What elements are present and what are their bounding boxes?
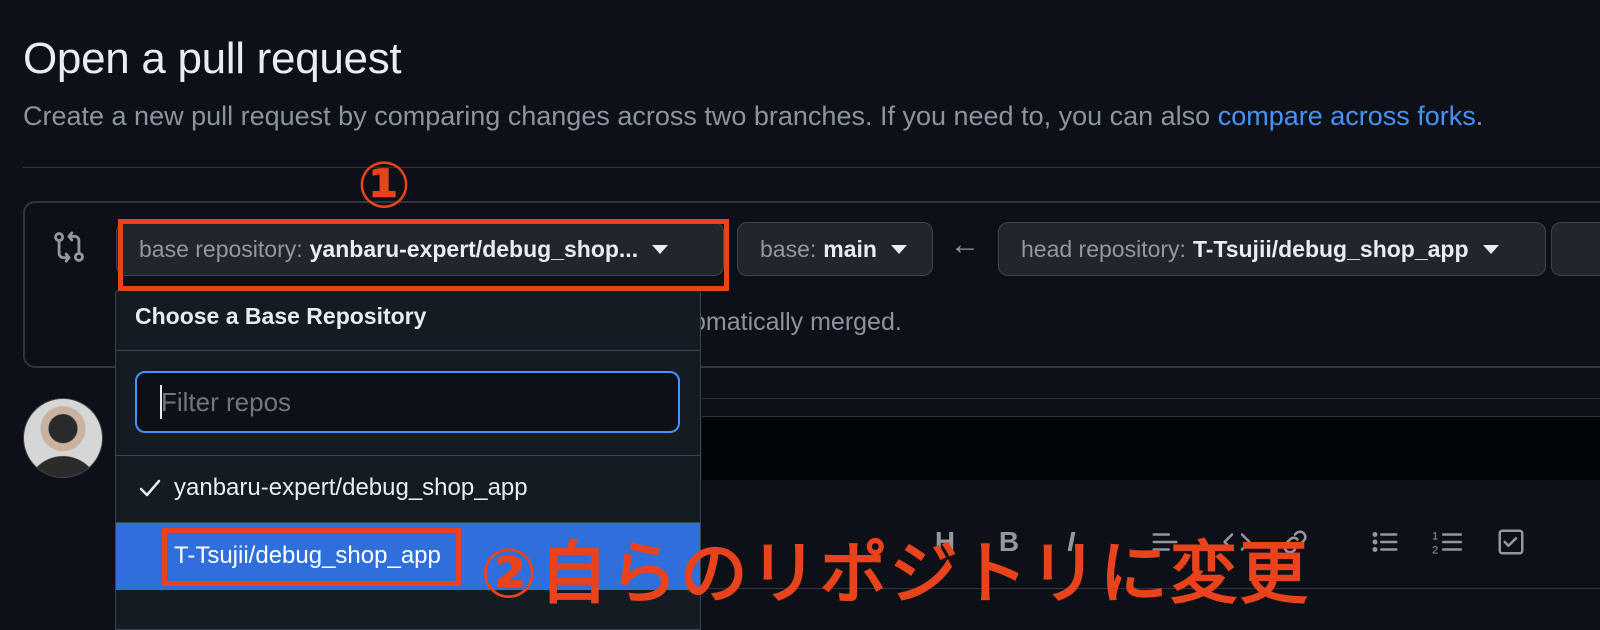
title-input-area[interactable] (702, 416, 1600, 480)
filter-repos-input[interactable] (135, 371, 680, 433)
dropdown-divider (116, 350, 700, 351)
base-branch-select[interactable]: base: main (737, 222, 933, 276)
unordered-list-icon[interactable] (1370, 527, 1400, 557)
git-compare-icon (54, 231, 84, 263)
chevron-down-icon (890, 244, 907, 254)
annotation-step2: ②自らのリポジトリに変更 (480, 536, 1310, 612)
header-divider (23, 167, 1600, 168)
avatar[interactable] (23, 398, 103, 478)
head-repository-label: head repository: (1021, 235, 1186, 262)
ordered-list-icon[interactable]: 12 (1430, 527, 1464, 557)
head-repository-value: T-Tsujii/debug_shop_app (1192, 235, 1469, 262)
annotation-box-step2 (162, 528, 461, 586)
check-icon (139, 479, 161, 497)
editor-divider (702, 398, 1600, 399)
repo-option-label: yanbaru-expert/debug_shop_app (174, 474, 528, 501)
merge-status-text: omatically merged. (692, 308, 902, 336)
base-branch-value: main (823, 235, 877, 262)
task-list-icon[interactable] (1496, 527, 1526, 557)
svg-text:2: 2 (1432, 544, 1438, 556)
svg-text:1: 1 (1432, 531, 1438, 543)
subtitle-text: Create a new pull request by comparing c… (23, 101, 1211, 131)
dropdown-title: Choose a Base Repository (135, 303, 427, 329)
page-subtitle: Create a new pull request by comparing c… (23, 101, 1483, 132)
annotation-box-step1 (118, 219, 729, 291)
arrow-left-icon: ← (950, 228, 980, 261)
compare-across-forks-link[interactable]: compare across forks (1218, 101, 1476, 131)
base-branch-label: base: (760, 235, 817, 262)
text-cursor (160, 385, 162, 419)
chevron-down-icon (1482, 244, 1499, 254)
page-title: Open a pull request (23, 34, 402, 83)
annotation-step1: ① (357, 149, 412, 221)
dropdown-divider (116, 455, 700, 456)
head-repository-select[interactable]: head repository: T-Tsujii/debug_shop_app (998, 222, 1546, 276)
subtitle-end: . (1475, 101, 1484, 131)
compare-branch-select[interactable] (1551, 222, 1600, 276)
